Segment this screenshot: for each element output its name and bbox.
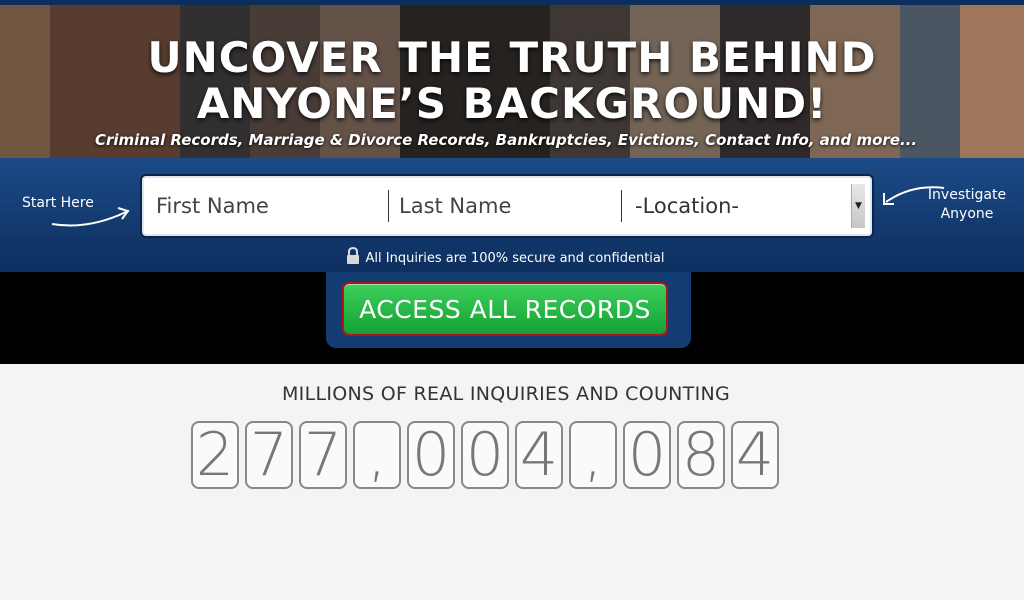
hero-banner: UNCOVER THE TRUTH BEHIND ANYONE’S BACKGR…: [0, 0, 1024, 160]
headline-line-2: ANYONE’S BACKGROUND!: [196, 79, 828, 128]
counter-separator: ,: [569, 421, 617, 489]
counter-digit: 0: [623, 421, 671, 489]
counter-digit: 4: [515, 421, 563, 489]
counter-digit: 0: [407, 421, 455, 489]
counter-digit: 2: [191, 421, 239, 489]
counter-title: MILLIONS OF REAL INQUIRIES AND COUNTING: [281, 383, 731, 405]
search-form: -Location- ▼: [140, 174, 874, 238]
curved-arrow-icon: [51, 207, 130, 227]
lock-icon: [346, 247, 359, 264]
last-name-input[interactable]: [397, 186, 621, 226]
counter-digit: 8: [677, 421, 725, 489]
secure-notice: All Inquiries are 100% secure and confid…: [0, 247, 1010, 266]
location-select[interactable]: -Location- ▼: [622, 184, 865, 228]
location-select-value: -Location-: [635, 194, 739, 218]
secure-text: All Inquiries are 100% secure and confid…: [365, 251, 665, 266]
counter-digit: 0: [461, 421, 509, 489]
counter-digit: 7: [299, 421, 347, 489]
hero-subline: Criminal Records, Marriage & Divorce Rec…: [94, 131, 918, 149]
inquiry-counter: 2 7 7 , 0 0 4 , 0 8 4: [191, 421, 779, 489]
counter-digit: 7: [245, 421, 293, 489]
investigate-label: Investigate Anyone: [927, 187, 1007, 222]
page-headline: UNCOVER THE TRUTH BEHIND ANYONE’S BACKGR…: [0, 35, 1024, 127]
access-all-records-button[interactable]: ACCESS ALL RECORDS: [342, 282, 668, 336]
headline-line-1: UNCOVER THE TRUTH BEHIND: [147, 33, 877, 82]
dropdown-arrow-icon[interactable]: ▼: [851, 184, 865, 228]
search-band: Start Here -Location- ▼ Investigate Anyo…: [0, 158, 1024, 272]
counter-separator: ,: [353, 421, 401, 489]
first-name-input[interactable]: [154, 186, 388, 226]
counter-digit: 4: [731, 421, 779, 489]
field-divider: [388, 190, 389, 222]
cta-band: ACCESS ALL RECORDS: [0, 272, 1024, 364]
